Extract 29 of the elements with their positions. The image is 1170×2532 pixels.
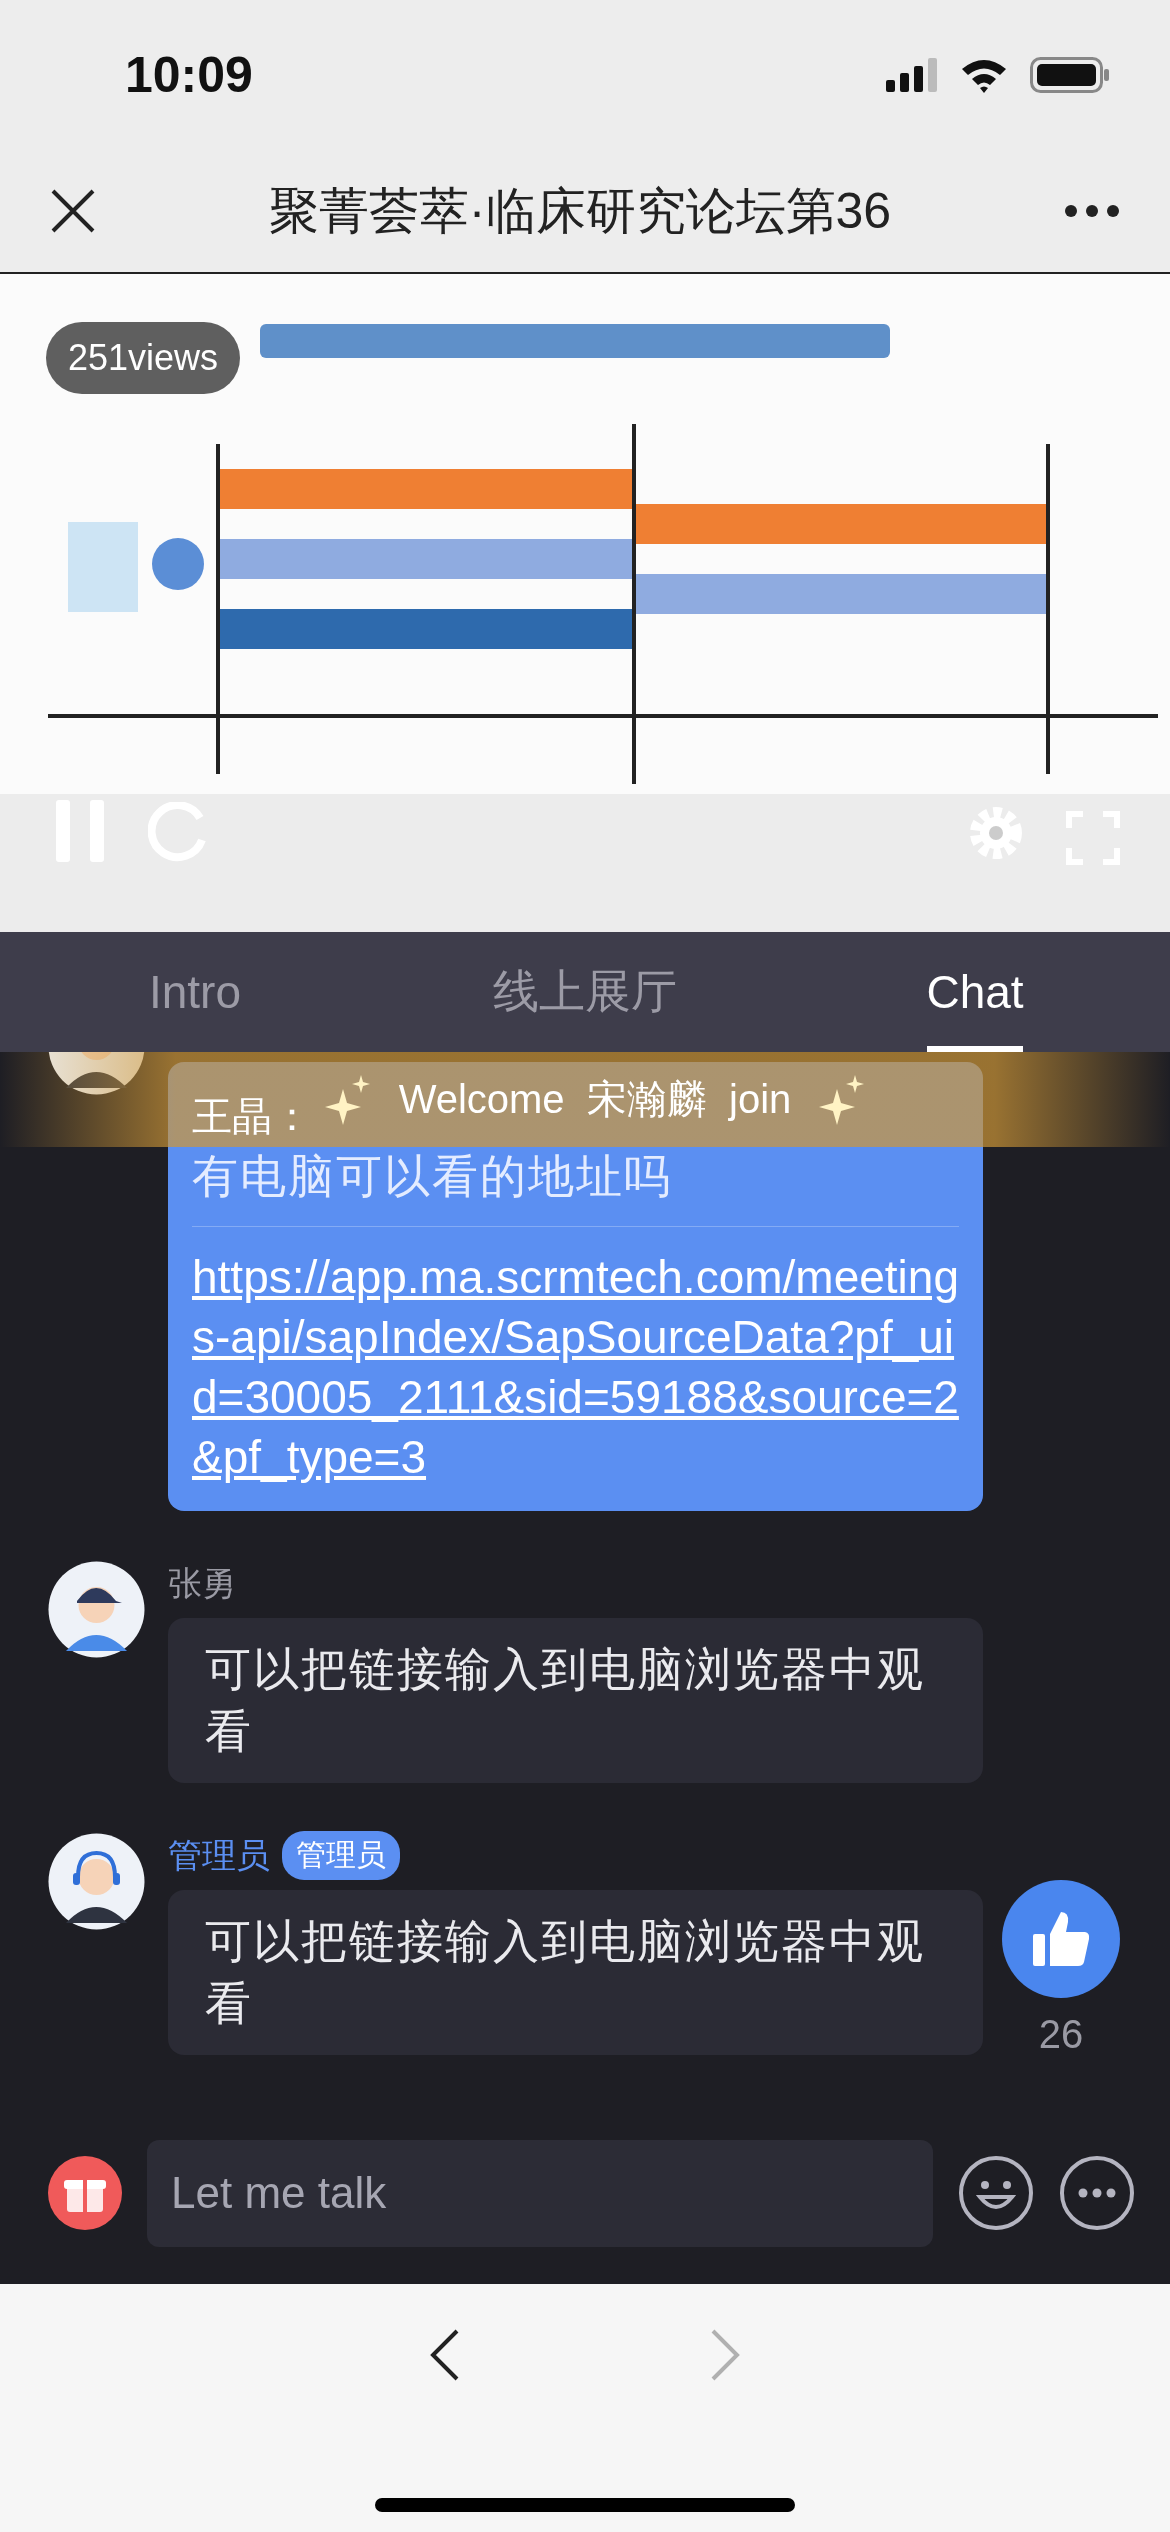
tab[interactable]: 线上展厅 bbox=[390, 932, 780, 1052]
quoted-text: 有电脑可以看的地址吗 bbox=[192, 1149, 673, 1204]
welcome-text: Welcome 宋瀚麟 join bbox=[398, 1076, 792, 1123]
thumbs-up-icon bbox=[1031, 1910, 1091, 1968]
gift-button[interactable] bbox=[48, 2156, 122, 2230]
views-badge: 251views bbox=[46, 322, 241, 394]
more-button[interactable] bbox=[1064, 204, 1120, 218]
message-link[interactable]: https://app.ma.scrmtech.com/meetings-api/sapIndex/SapSourceData?pf_uid=30005_2111&sid=59188&source=2&pf_type=3 bbox=[192, 1247, 959, 1487]
quoted-sender: 王晶： bbox=[192, 1093, 312, 1140]
sender-name: 张勇 bbox=[168, 1562, 236, 1604]
back-button[interactable] bbox=[430, 2329, 460, 2381]
status-time: 10:09 bbox=[125, 46, 253, 104]
signal-icon bbox=[886, 58, 938, 92]
tab[interactable]: Intro bbox=[0, 932, 390, 1052]
message-input[interactable]: Let me talk bbox=[147, 2139, 933, 2247]
like-count: 26 bbox=[1038, 2012, 1084, 2057]
avatar-icon bbox=[48, 1833, 145, 1930]
message-text: 可以把链接输入到电脑浏览器中观看 bbox=[205, 1914, 926, 2031]
emoji-button[interactable] bbox=[958, 2155, 1034, 2231]
wifi-icon bbox=[960, 57, 1008, 93]
battery-icon bbox=[1030, 57, 1110, 93]
avatar-icon bbox=[48, 1561, 145, 1658]
page-title: 聚菁荟萃·临床研究论坛第36 bbox=[267, 181, 893, 241]
tab[interactable]: Chat bbox=[780, 932, 1170, 1052]
role-badge: 管理员 bbox=[282, 1831, 400, 1880]
close-button[interactable] bbox=[50, 188, 96, 234]
more-options-button[interactable] bbox=[1059, 2155, 1135, 2231]
sender-name: 管理员 bbox=[168, 1834, 270, 1876]
message-text: 可以把链接输入到电脑浏览器中观看 bbox=[205, 1642, 926, 1759]
